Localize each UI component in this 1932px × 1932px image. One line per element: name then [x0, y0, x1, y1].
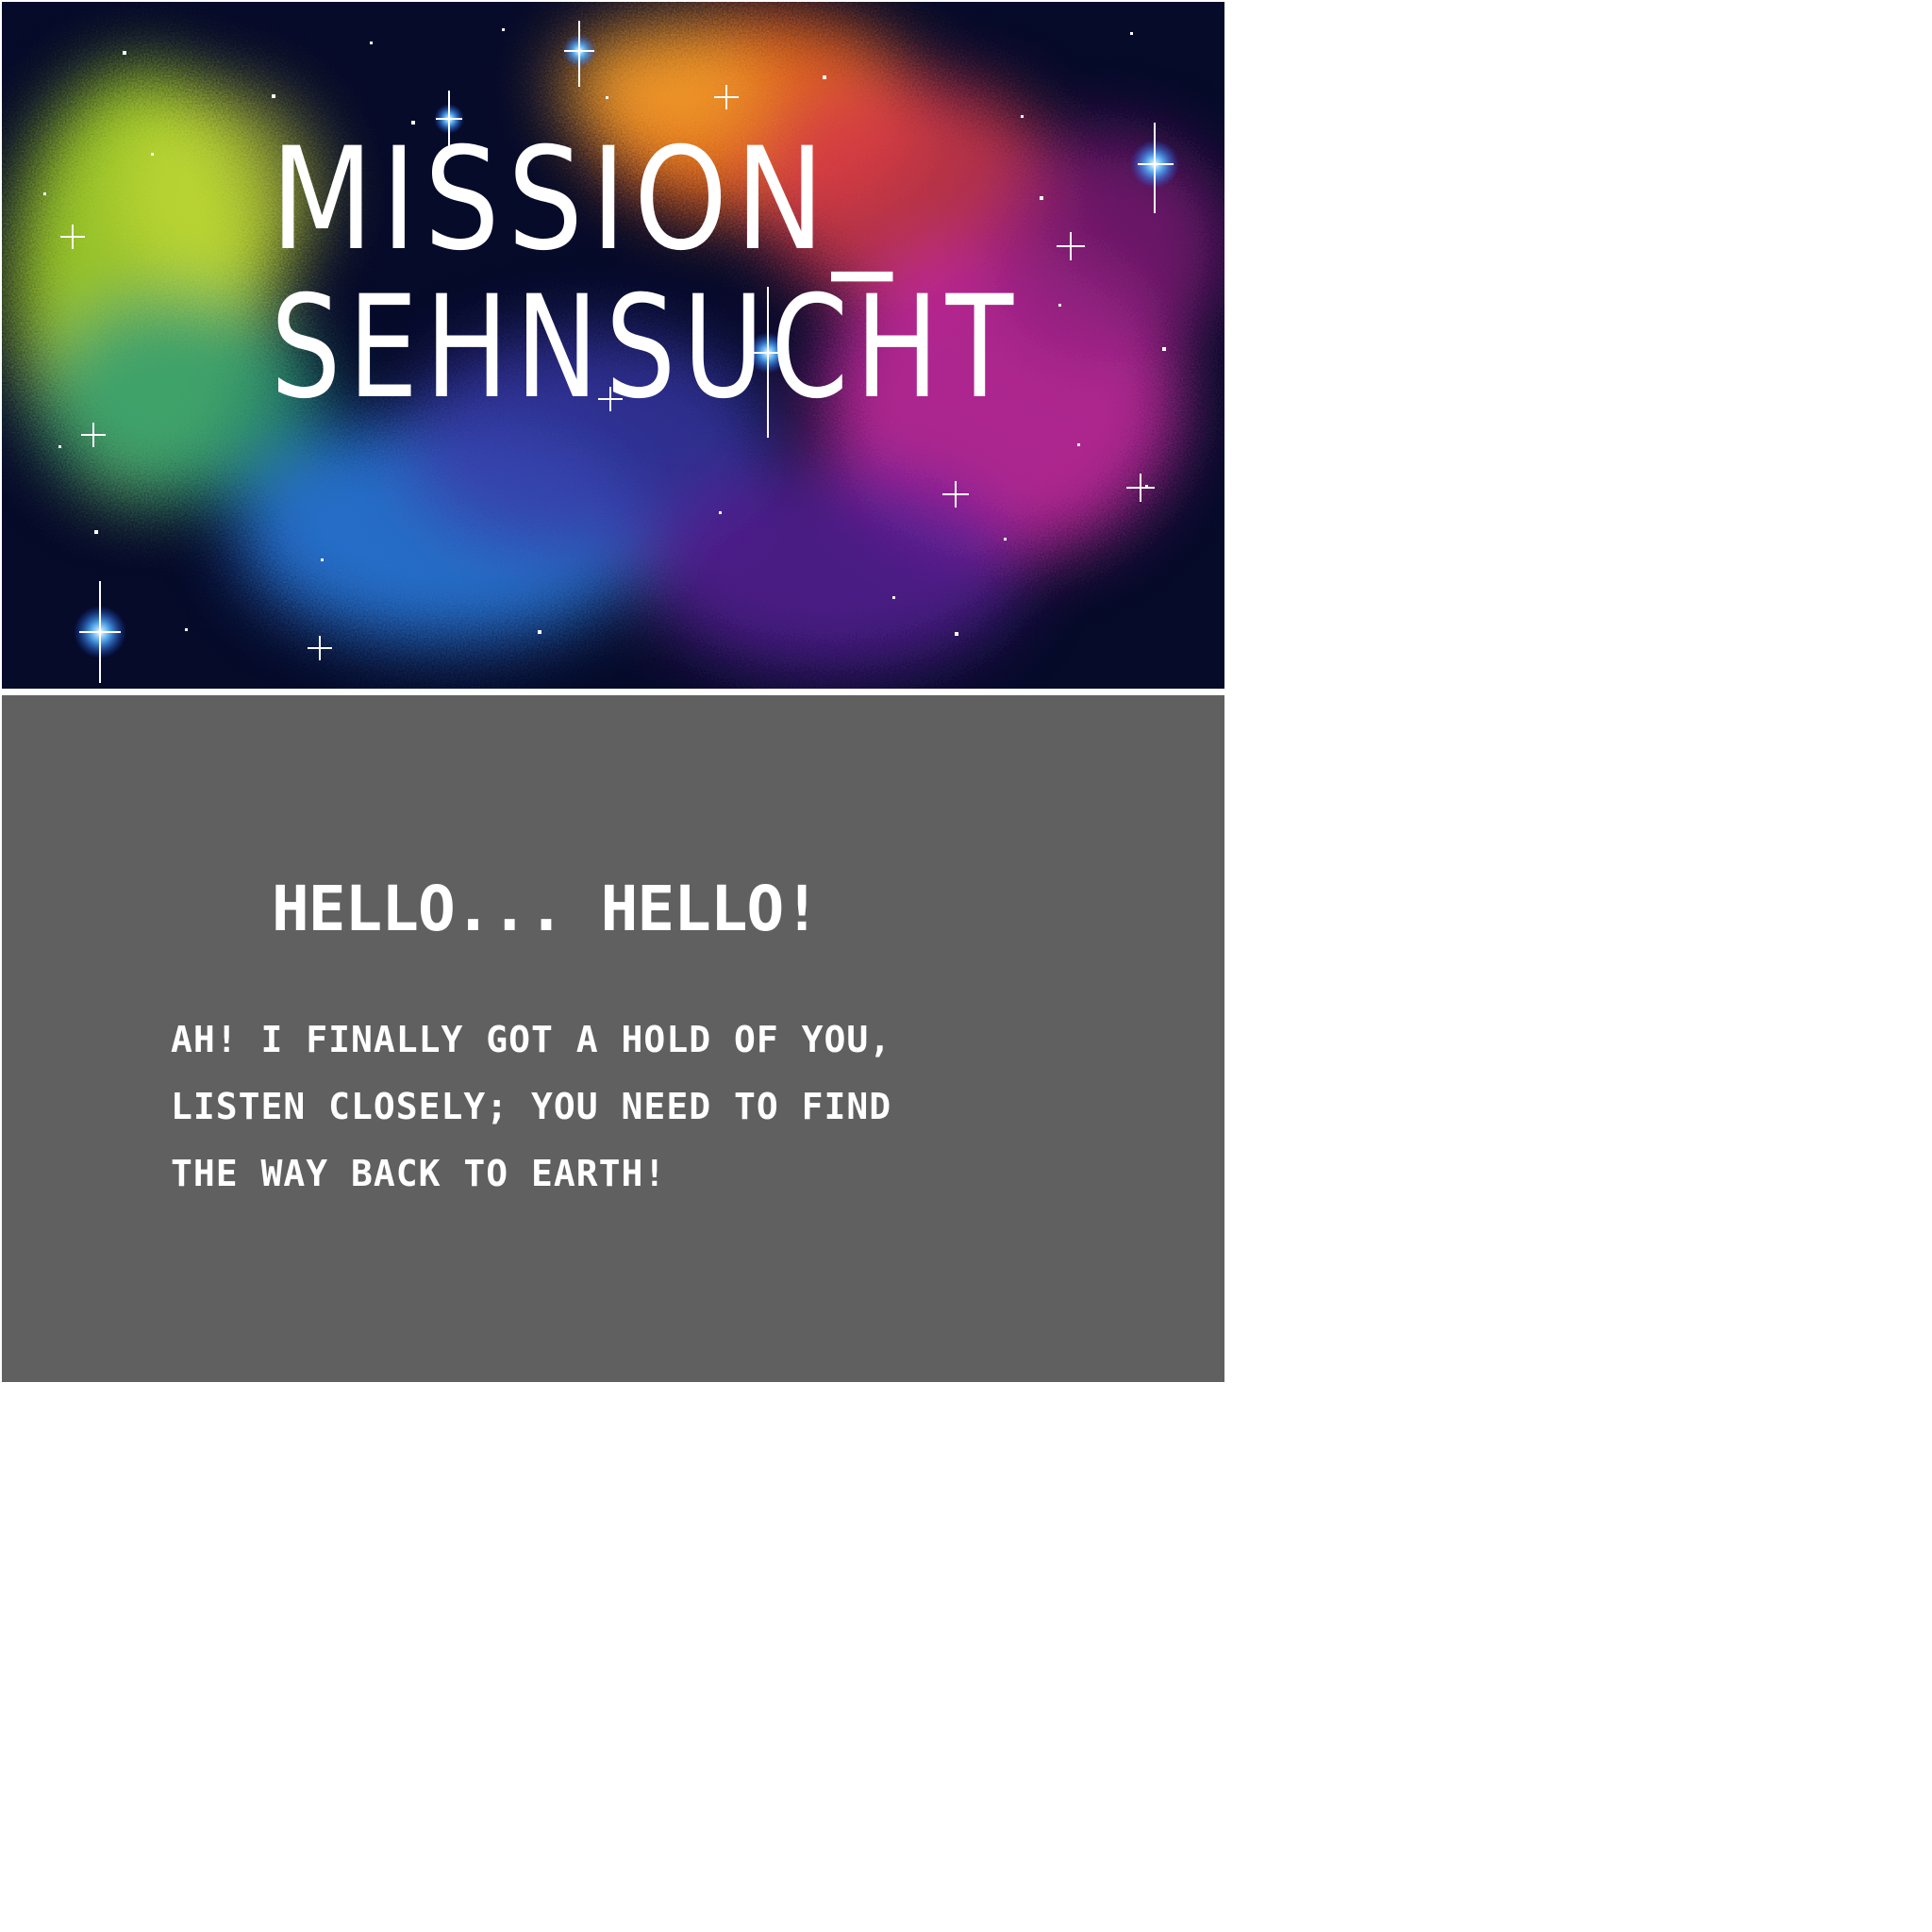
dialog-line: AH! I FINALLY GOT A HOLD OF YOU,	[171, 1019, 892, 1060]
game-title-line-1: MISSION_	[271, 118, 900, 282]
dialog-line: THE WAY BACK TO EARTH!	[171, 1153, 667, 1194]
game-title-line-2: SEHNSUCHT	[271, 266, 1021, 430]
dialog-heading: HELLO... HELLO!	[272, 873, 821, 945]
dialog-screen[interactable]: HELLO... HELLO! AH! I FINALLY GOT A HOLD…	[2, 695, 1224, 1382]
dialog-line: LISTEN CLOSELY; YOU NEED TO FIND	[171, 1086, 892, 1127]
title-screen: MISSION_ SEHNSUCHT	[2, 2, 1224, 689]
